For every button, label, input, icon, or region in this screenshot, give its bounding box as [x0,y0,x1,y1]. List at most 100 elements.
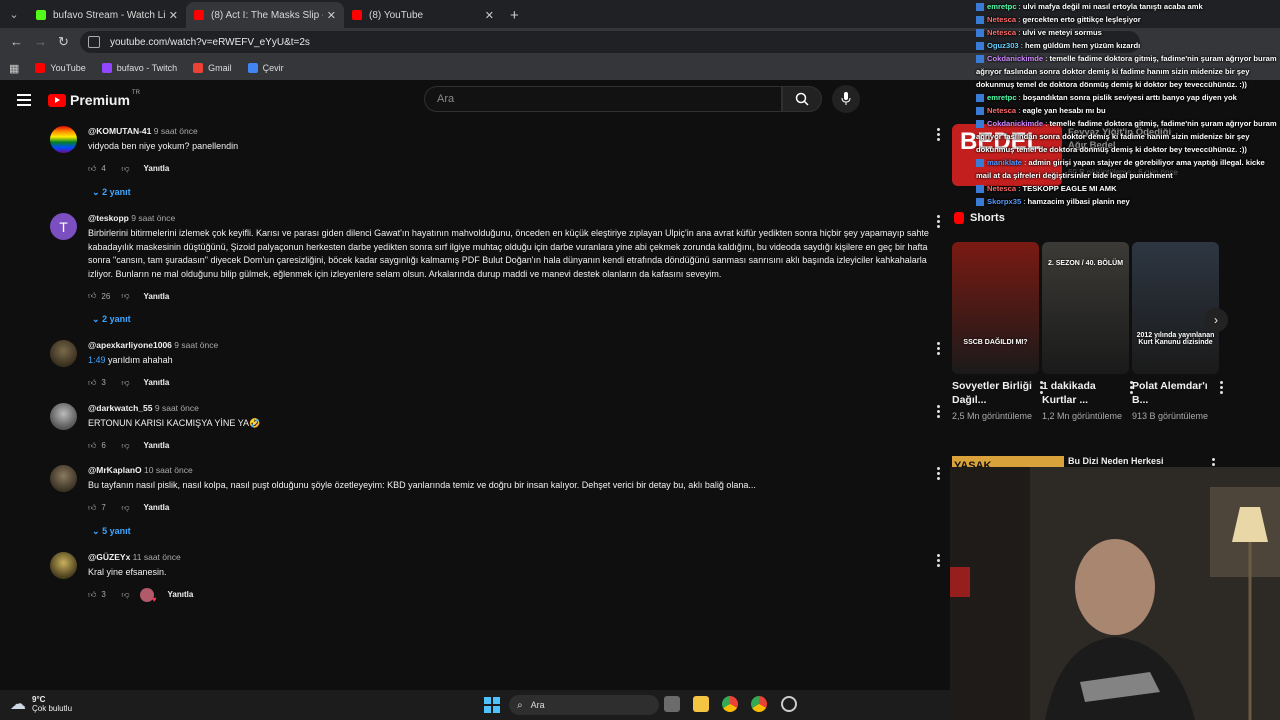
chat-username[interactable]: Cokdanickimde [987,119,1043,128]
bookmark-item[interactable]: Çevir [247,63,284,73]
replies-toggle[interactable]: ⌄ 2 yanıt [92,187,938,198]
chat-username[interactable]: emretpc [987,2,1017,11]
short-title[interactable]: Sovyetler Birliği Dağıl... [952,379,1037,407]
close-icon[interactable]: ✕ [327,9,336,22]
reload-icon[interactable]: ↻ [58,34,69,50]
like-icon[interactable]: 👍︎ [88,378,96,388]
replies-toggle[interactable]: ⌄ 5 yanıt [92,526,938,537]
chat-badge-icon [976,159,984,167]
dislike-icon[interactable]: 👎︎ [121,503,129,513]
dislike-icon[interactable]: 👎︎ [121,441,129,451]
more-actions-icon[interactable] [1220,381,1223,396]
comment-time[interactable]: 9 saat önce [131,213,175,223]
avatar[interactable] [50,340,77,367]
timestamp-link[interactable]: 1:49 [88,355,106,365]
short-thumbnail[interactable]: 2012 yılında yayınlanan Kurt Kanunu dizi… [1132,242,1219,374]
reply-button[interactable]: Yanıtla [168,590,194,599]
comment-author[interactable]: @GÜZEYx [88,552,130,562]
reply-button[interactable]: Yanıtla [144,441,170,450]
search-input[interactable]: Ara [424,86,782,112]
dislike-icon[interactable]: 👎︎ [121,164,129,174]
back-icon[interactable]: ← [10,34,23,49]
chat-username[interactable]: Netesca [987,15,1016,24]
chat-message: Netesca : gercekten erto gittikçe leşleş… [976,13,1280,26]
avatar[interactable] [50,552,77,579]
chat-username[interactable]: Netesca [987,28,1016,37]
browser-tab[interactable]: bufavo Stream - Watch Live on ✕ [28,2,186,28]
reply-button[interactable]: Yanıtla [144,378,170,387]
start-icon[interactable] [484,697,500,713]
dislike-icon[interactable]: 👎︎ [121,590,129,600]
menu-icon[interactable] [17,94,31,109]
youtube-logo[interactable]: Premium TR [48,90,140,108]
reply-button[interactable]: Yanıtla [144,503,170,512]
close-icon[interactable]: ✕ [169,9,178,22]
chat-username[interactable]: Netesca [987,184,1016,193]
chat-username[interactable]: emretpc [987,93,1017,102]
replies-toggle[interactable]: ⌄ 2 yanıt [92,314,938,325]
bookmark-item[interactable]: Gmail [193,63,232,73]
like-icon[interactable]: 👍︎ [88,590,96,600]
reply-button[interactable]: Yanıtla [144,164,170,173]
comment-author[interactable]: @apexkarliyone1006 [88,340,172,350]
more-actions-icon[interactable] [937,128,940,143]
dislike-icon[interactable]: 👎︎ [121,378,129,388]
voice-search-button[interactable] [832,85,860,113]
chat-username[interactable]: Cokdanickimde [987,54,1043,63]
comment-time[interactable]: 11 saat önce [133,552,181,562]
short-title[interactable]: Polat Alemdar'ı B... [1132,379,1217,407]
short-overlay-text: 2012 yılında yayınlanan Kurt Kanunu dizi… [1136,332,1215,346]
weather-widget[interactable]: ☁ 9°C Çok bulutlu [10,694,72,714]
comment-author[interactable]: @darkwatch_55 [88,403,153,413]
close-icon[interactable]: ✕ [485,9,494,22]
apps-icon[interactable]: ▦ [9,62,19,75]
bookmark-item[interactable]: YouTube [35,63,86,73]
like-icon[interactable]: 👍︎ [88,441,96,451]
search-button[interactable] [782,86,822,112]
taskbar-search[interactable]: ⌕ Ara [509,695,659,715]
chat-username[interactable]: Netesca [987,106,1016,115]
short-title[interactable]: 1 dakikada Kurtlar ... [1042,379,1127,407]
avatar[interactable] [50,126,77,153]
short-thumbnail[interactable]: SSCB DAĞILDI MI? [952,242,1039,374]
more-actions-icon[interactable] [937,342,940,357]
avatar[interactable]: T [50,213,77,240]
chat-username[interactable]: Skorpx35 [987,197,1021,206]
chat-username[interactable]: maniklate [987,158,1022,167]
like-icon[interactable]: 👍︎ [88,291,96,301]
browser-tab[interactable]: (8) YouTube ✕ [344,2,502,28]
comment-time[interactable]: 10 saat önce [144,465,193,475]
comment-time[interactable]: 9 saat önce [154,126,198,136]
chat-username[interactable]: Oguz303 [987,41,1019,50]
comment-time[interactable]: 9 saat önce [174,340,218,350]
bookmark-item[interactable]: bufavo - Twitch [101,63,177,73]
like-icon[interactable]: 👍︎ [88,503,96,513]
comment-author[interactable]: @MrKaplanO [88,465,142,475]
next-short-title[interactable]: Bu Dizi Neden Herkesi [1068,456,1164,466]
file-explorer-icon[interactable] [693,696,709,712]
comment-time[interactable]: 9 saat önce [155,403,199,413]
app-icon[interactable] [781,696,797,712]
more-actions-icon[interactable] [937,467,940,482]
avatar[interactable] [50,403,77,430]
more-actions-icon[interactable] [937,405,940,420]
more-actions-icon[interactable] [937,215,940,230]
comment-author[interactable]: @teskopp [88,213,129,223]
chrome-active-icon[interactable] [751,696,767,712]
task-view-icon[interactable] [664,696,680,712]
microphone-icon [841,92,851,105]
site-info-icon[interactable] [88,36,100,48]
dislike-icon[interactable]: 👎︎ [121,291,129,301]
avatar[interactable] [50,465,77,492]
shorts-next-button[interactable]: › [1204,308,1228,332]
browser-tab[interactable]: (8) Act I: The Masks Slip - YouTu ✕ [186,2,344,28]
comment-author[interactable]: @KOMUTAN-41 [88,126,151,136]
reply-button[interactable]: Yanıtla [144,292,170,301]
new-tab-button[interactable]: + [510,2,519,28]
like-icon[interactable]: 👍︎ [88,164,96,174]
forward-icon[interactable]: → [34,34,47,49]
tab-search-button[interactable]: ⌄ [0,0,28,28]
more-actions-icon[interactable] [937,554,940,569]
chrome-icon[interactable] [722,696,738,712]
short-thumbnail[interactable]: 2. SEZON / 40. BÖLÜM [1042,242,1129,374]
